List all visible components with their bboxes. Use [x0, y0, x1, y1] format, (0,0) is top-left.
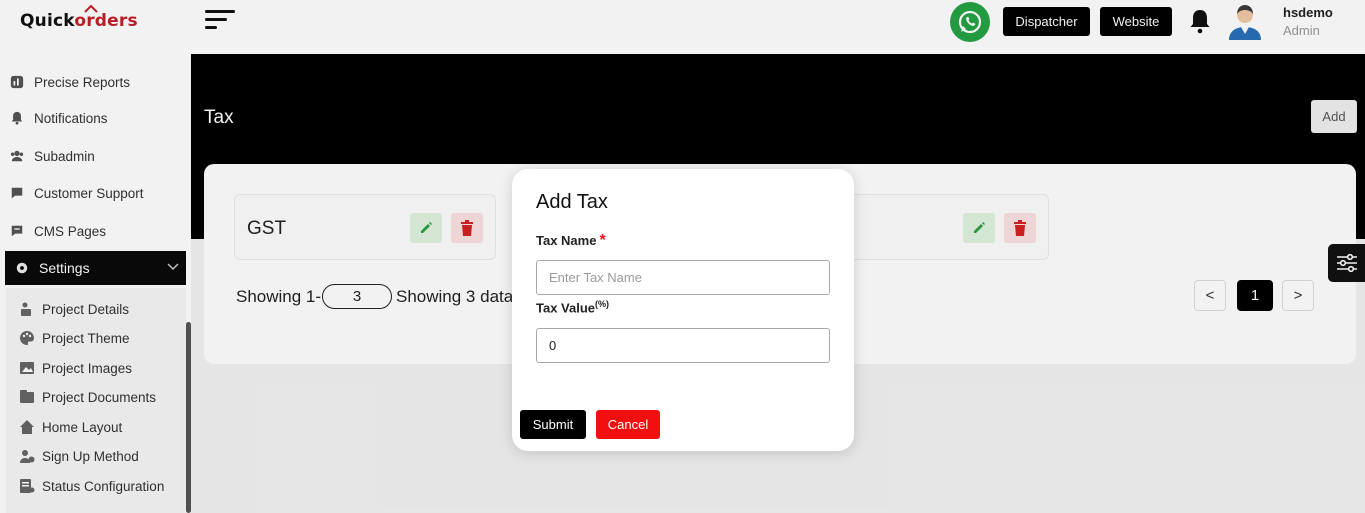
tax-value-unit: (%) [595, 299, 610, 309]
tax-value-label-text: Tax Value [536, 300, 596, 316]
tax-name-input[interactable] [536, 260, 830, 295]
cancel-button[interactable]: Cancel [596, 410, 660, 439]
tax-value-label: Tax Value(%) [536, 299, 609, 315]
tax-value-input[interactable] [536, 328, 830, 363]
tax-name-label: Tax Name * [536, 232, 606, 250]
modal-title: Add Tax [536, 191, 608, 213]
tax-name-label-text: Tax Name [536, 233, 597, 248]
required-mark: * [599, 232, 606, 249]
add-tax-modal: Add Tax Tax Name* Tax Value(%) Submit Ca… [512, 169, 854, 451]
submit-button[interactable]: Submit [520, 410, 586, 439]
